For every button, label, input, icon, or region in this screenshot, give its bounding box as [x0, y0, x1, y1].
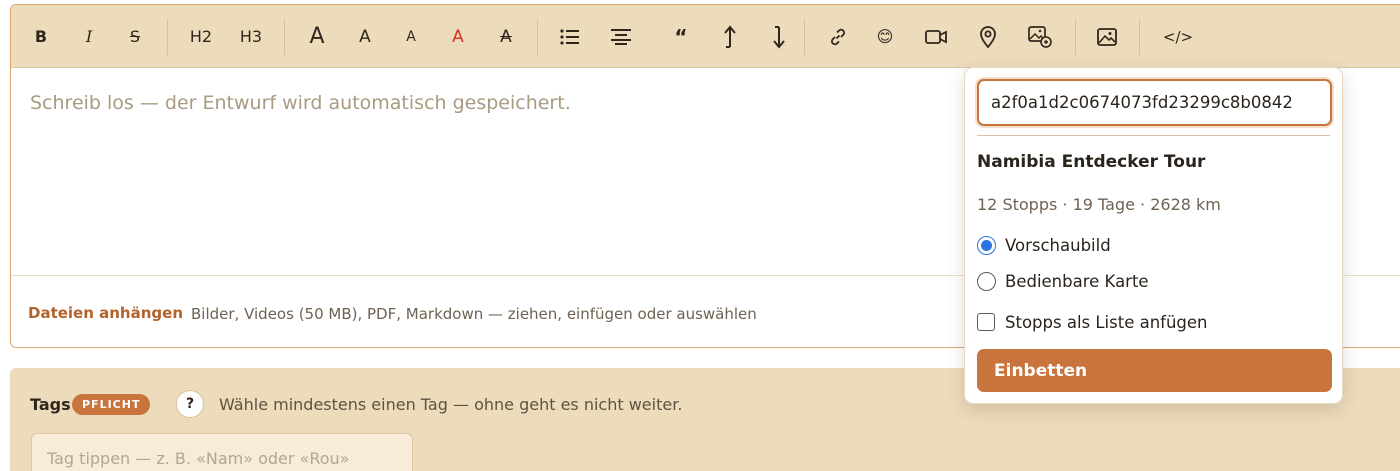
font-color-button[interactable]: A — [441, 5, 475, 68]
checkbox-stops-list[interactable] — [977, 313, 995, 331]
font-size-small-button[interactable]: A — [394, 5, 428, 68]
image-icon[interactable] — [1090, 5, 1124, 68]
radio-interactive-map[interactable] — [977, 271, 996, 291]
code-button[interactable]: </> — [1158, 5, 1198, 68]
option-preview-image[interactable]: Vorschaubild — [977, 234, 1111, 256]
strikethrough-button[interactable]: S — [118, 5, 152, 68]
embed-button[interactable]: Einbetten — [977, 349, 1332, 392]
embed-popover: Namibia Entdecker Tour 12 Stopps · 19 Ta… — [964, 67, 1343, 404]
bullet-list-icon[interactable] — [553, 5, 587, 68]
italic-button[interactable]: I — [72, 5, 106, 68]
formatting-toolbar: B I S H2 H3 A A A A A “ 😊 </> — [11, 5, 1400, 68]
attach-files-link[interactable]: Dateien anhängen — [28, 304, 183, 322]
toolbar-divider — [167, 19, 168, 55]
arrow-down-icon[interactable] — [762, 5, 796, 68]
toolbar-divider — [284, 19, 285, 55]
tour-meta: 12 Stopps · 19 Tage · 2628 km — [977, 195, 1221, 214]
editor-placeholder[interactable]: Schreib los — der Entwurf wird automatis… — [30, 92, 571, 114]
radio-preview-image[interactable] — [977, 235, 996, 255]
help-icon[interactable]: ? — [176, 390, 204, 418]
tour-title: Namibia Entdecker Tour — [977, 152, 1206, 172]
route-image-icon[interactable] — [1023, 5, 1057, 68]
toolbar-divider — [1139, 19, 1140, 55]
tags-hint: Wähle mindestens einen Tag — ohne geht e… — [219, 395, 683, 414]
quote-icon[interactable]: “ — [664, 5, 698, 68]
required-badge: PFLICHT — [72, 394, 151, 415]
attach-files-hint: Bilder, Videos (50 MB), PDF, Markdown — … — [191, 305, 757, 323]
heading-3-button[interactable]: H3 — [234, 5, 268, 68]
font-size-medium-button[interactable]: A — [348, 5, 382, 68]
font-size-large-button[interactable]: A — [300, 5, 334, 68]
option-preview-label: Vorschaubild — [1005, 235, 1111, 255]
tour-id-input[interactable] — [977, 79, 1332, 126]
emoji-icon[interactable]: 😊 — [868, 5, 902, 68]
align-center-icon[interactable] — [604, 5, 638, 68]
toolbar-divider — [537, 19, 538, 55]
option-list-label: Stopps als Liste anfügen — [1005, 312, 1208, 332]
option-stops-list[interactable]: Stopps als Liste anfügen — [977, 311, 1208, 333]
heading-2-button[interactable]: H2 — [184, 5, 218, 68]
tags-label: Tags — [30, 395, 71, 414]
bold-button[interactable]: B — [24, 5, 58, 68]
toolbar-divider — [1075, 19, 1076, 55]
video-icon[interactable] — [919, 5, 953, 68]
popover-divider — [977, 135, 1330, 136]
clear-format-button[interactable]: A — [489, 5, 523, 68]
tag-input[interactable] — [31, 433, 413, 471]
option-map-label: Bedienbare Karte — [1005, 271, 1149, 291]
arrow-up-icon[interactable] — [713, 5, 747, 68]
link-icon[interactable] — [821, 5, 855, 68]
option-interactive-map[interactable]: Bedienbare Karte — [977, 270, 1149, 292]
toolbar-divider — [804, 19, 805, 55]
map-pin-icon[interactable] — [971, 5, 1005, 68]
